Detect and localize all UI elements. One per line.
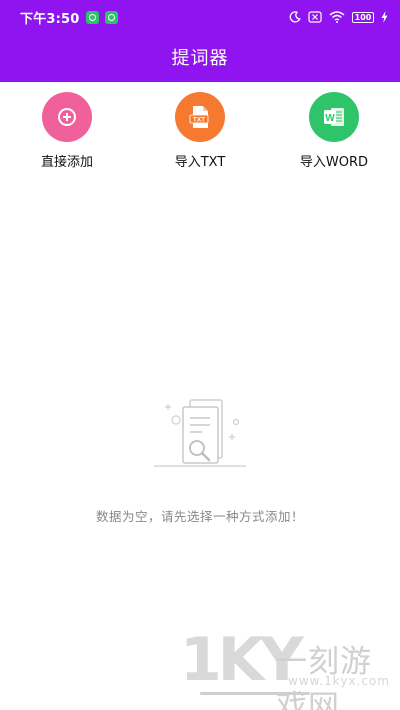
charging-icon	[381, 11, 388, 23]
import-word-label: 导入WORD	[299, 155, 369, 170]
import-txt-button[interactable]: TXT 导入TXT	[140, 92, 260, 170]
import-txt-label: 导入TXT	[174, 155, 226, 170]
add-directly-button[interactable]: 直接添加	[7, 92, 127, 170]
add-directly-label: 直接添加	[40, 155, 93, 170]
empty-message: 数据为空，请先选择一种方式添加！	[95, 509, 304, 524]
import-word-button[interactable]: W 导入WORD	[274, 92, 394, 170]
page-title: 提词器	[171, 48, 229, 69]
add-circle	[42, 92, 92, 142]
txt-file-icon: TXT	[189, 106, 209, 128]
status-time: 下午3:50	[20, 11, 80, 27]
app-header: 下午3:50 100 提词器	[0, 0, 400, 82]
wechat-icon	[104, 10, 118, 24]
moon-icon	[289, 11, 301, 23]
word-file-icon: W	[324, 108, 344, 126]
status-icons: 100	[289, 11, 388, 23]
battery-icon: 100	[352, 11, 374, 23]
empty-state: 数据为空，请先选择一种方式添加！	[0, 396, 400, 525]
status-bar: 下午3:50 100	[0, 0, 400, 34]
action-bar: 直接添加 TXT 导入TXT W 导入WORD	[0, 92, 400, 172]
svg-text:TXT: TXT	[193, 117, 205, 124]
sim-off-icon	[308, 11, 322, 23]
import-word-circle: W	[309, 92, 359, 142]
import-txt-circle: TXT	[175, 92, 225, 142]
svg-text:W: W	[325, 113, 335, 124]
watermark-name: 一刻游戏网	[276, 644, 372, 710]
wifi-icon	[329, 11, 345, 23]
gesture-bar[interactable]	[200, 692, 310, 695]
wechat-icon	[85, 10, 99, 24]
empty-documents-icon	[154, 399, 246, 467]
plus-icon	[58, 108, 76, 126]
watermark-url: www.1kyx.com	[288, 674, 390, 688]
